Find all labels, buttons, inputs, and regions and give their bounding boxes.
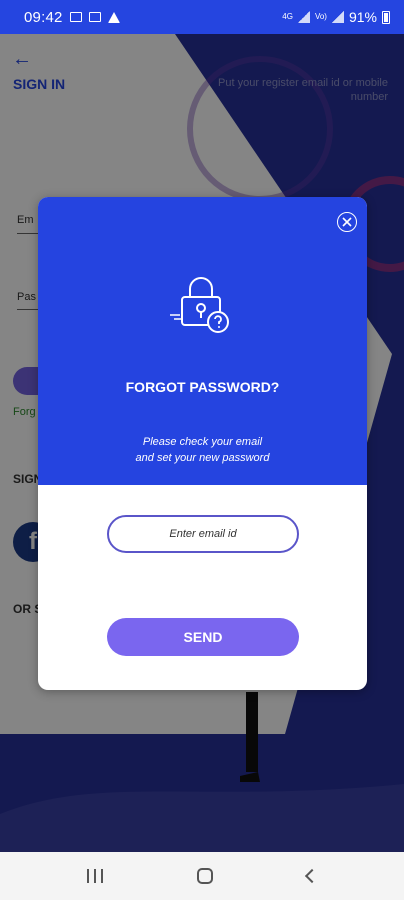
back-icon[interactable] (304, 868, 320, 884)
screen-icon (88, 12, 101, 22)
volte-label: Vo) (314, 12, 327, 21)
battery-percent: 91% (348, 9, 377, 25)
email-input[interactable] (107, 515, 299, 553)
recents-icon[interactable] (87, 869, 103, 883)
dialog-message-line2: and set your new password (135, 452, 270, 464)
close-icon (342, 217, 352, 227)
dialog-message: Please check your email and set your new… (78, 434, 327, 466)
home-icon[interactable] (197, 868, 213, 884)
signal-icon-2 (331, 11, 344, 23)
signal-icon (297, 11, 310, 23)
network-label: 4G (282, 12, 293, 21)
dialog-header: FORGOT PASSWORD? Please check your email… (38, 197, 367, 485)
dialog-title: FORGOT PASSWORD? (125, 379, 280, 395)
close-button[interactable] (337, 212, 357, 232)
lock-question-icon (170, 277, 229, 333)
send-button[interactable]: SEND (107, 618, 299, 656)
warning-icon (107, 11, 120, 23)
battery-icon (382, 10, 390, 24)
forgot-password-dialog: FORGOT PASSWORD? Please check your email… (38, 197, 367, 690)
status-bar: 09:42 4G Vo) 91% (0, 0, 404, 34)
status-time: 09:42 (24, 8, 63, 26)
gallery-icon (69, 12, 82, 22)
system-nav-bar (0, 852, 404, 900)
dialog-message-line1: Please check your email (142, 436, 263, 448)
